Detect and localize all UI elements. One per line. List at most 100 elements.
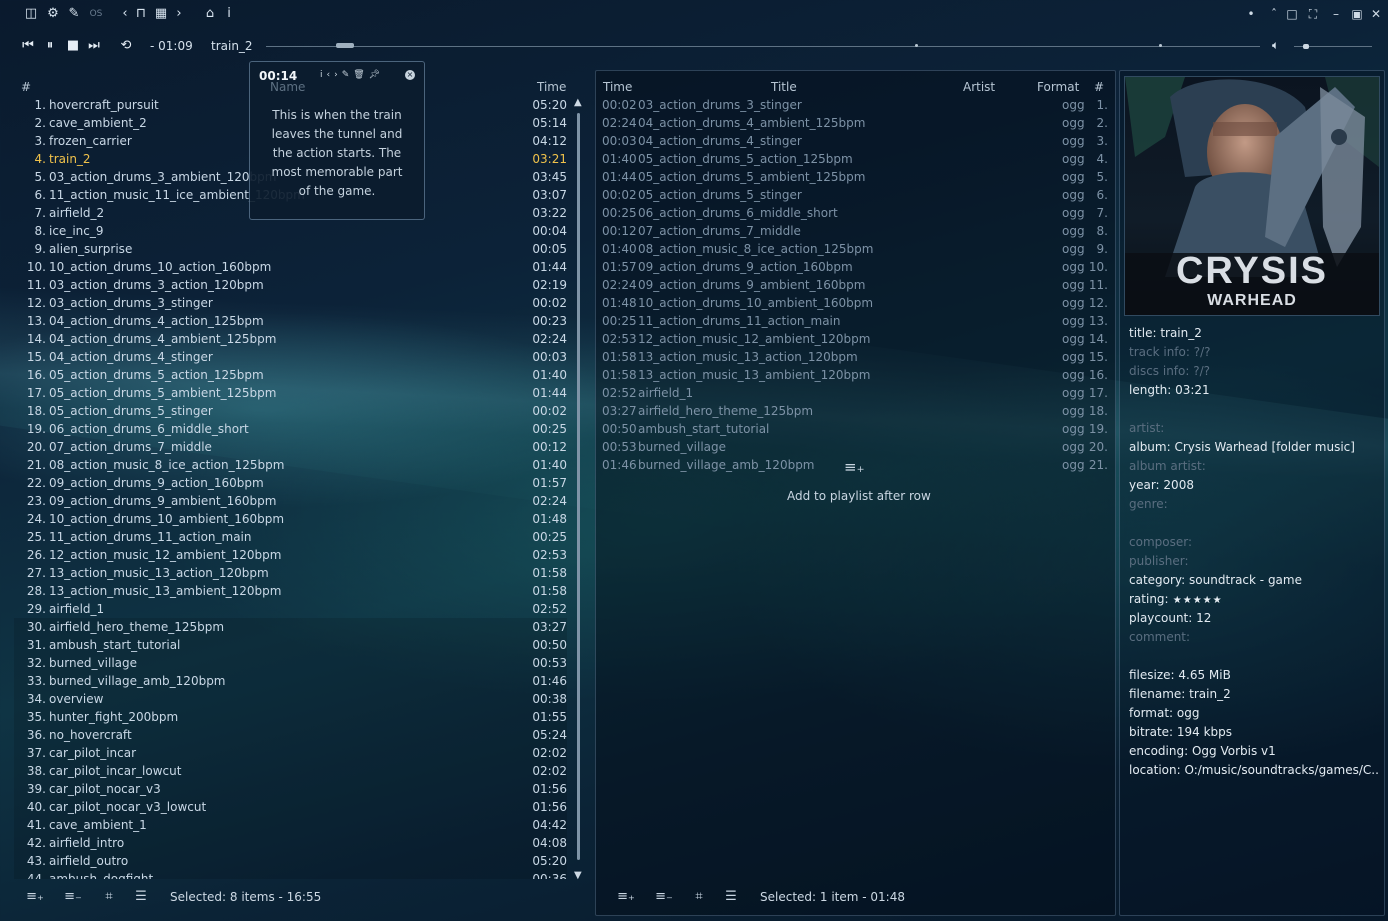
playlist-row[interactable]: 15. 04_action_drums_4_stinger 00:03 xyxy=(14,348,567,366)
selection-row[interactable]: 02:24 09_action_drums_9_ambient_160bpm ogg… xyxy=(602,276,1110,294)
pause-button[interactable]: ⏸ xyxy=(42,38,58,54)
playlist-row[interactable]: 42. airfield_intro 04:08 xyxy=(14,834,567,852)
playlist-row[interactable]: 43. airfield_outro 05:20 xyxy=(14,852,567,870)
selection-row[interactable]: 00:02 05_action_drums_5_stinger ogg 6. xyxy=(602,186,1110,204)
playlist-row[interactable]: 34. overview 00:38 xyxy=(14,690,567,708)
minimize-icon[interactable]: – xyxy=(1328,6,1344,22)
playlist-row[interactable]: 9. alien_surprise 00:05 xyxy=(14,240,567,258)
playlist-row[interactable]: 26. 12_action_music_12_ambient_120bpm 02:5… xyxy=(14,546,567,564)
playlist-row[interactable]: 44. ambush_dogfight 00:36 xyxy=(14,870,567,879)
selection-header-time[interactable]: Time xyxy=(603,80,632,94)
selection-row[interactable]: 00:53 burned_village ogg 20. xyxy=(602,438,1110,456)
playlist-row[interactable]: 40. car_pilot_nocar_v3_lowcut 01:56 xyxy=(14,798,567,816)
playlist-scrollbar[interactable] xyxy=(577,113,580,860)
selection-row[interactable]: 01:44 05_action_drums_5_ambient_125bpm ogg… xyxy=(602,168,1110,186)
add-after-row-icon[interactable]: ≡₊ xyxy=(844,458,865,476)
library-icon[interactable]: ⌂ xyxy=(202,6,218,22)
playlist-row[interactable]: 10. 10_action_drums_10_action_160bpm 01:44 xyxy=(14,258,567,276)
seek-bar[interactable] xyxy=(266,46,1260,47)
next-button[interactable]: ⏭ xyxy=(86,38,102,54)
selection-row[interactable]: 01:40 08_action_music_8_ice_action_125bpm… xyxy=(602,240,1110,258)
playlist-row[interactable]: 36. no_hovercraft 05:24 xyxy=(14,726,567,744)
settings-icon[interactable]: ⚙ xyxy=(45,6,61,22)
playlist-row[interactable]: 11. 03_action_drums_3_action_120bpm 02:19 xyxy=(14,276,567,294)
selection-row[interactable]: 01:40 05_action_drums_5_action_125bpm ogg 4… xyxy=(602,150,1110,168)
playlist-row[interactable]: 19. 06_action_drums_6_middle_short 00:25 xyxy=(14,420,567,438)
seek-thumb[interactable] xyxy=(335,43,354,48)
rating-stars[interactable]: ★★★★★ xyxy=(1169,595,1223,606)
selection-row[interactable]: 01:58 13_action_music_13_action_120bpm ogg… xyxy=(602,348,1110,366)
seek-marker[interactable] xyxy=(1159,44,1162,47)
selection-row[interactable]: 00:12 07_action_drums_7_middle ogg 8. xyxy=(602,222,1110,240)
selection-row[interactable]: 02:24 04_action_drums_4_ambient_125bpm ogg… xyxy=(602,114,1110,132)
menu-icon[interactable]: ☰ xyxy=(722,889,740,904)
playlist-row[interactable]: 35. hunter_fight_200bpm 01:55 xyxy=(14,708,567,726)
playlist-row[interactable]: 33. burned_village_amb_120bpm 01:46 xyxy=(14,672,567,690)
selection-row[interactable]: 00:03 04_action_drums_4_stinger ogg 3. xyxy=(602,132,1110,150)
selection-row[interactable]: 00:25 11_action_drums_11_action_main ogg 13… xyxy=(602,312,1110,330)
repeat-button[interactable]: ⟲ xyxy=(118,38,134,54)
remove-icon[interactable]: ≡₋ xyxy=(64,889,82,904)
add-to-playlist-icon[interactable]: ≡₊ xyxy=(617,889,635,904)
playlist-row[interactable]: 30. airfield_hero_theme_125bpm 03:27 xyxy=(14,618,567,636)
playlist-header-num[interactable]: # xyxy=(21,80,31,94)
selection-row[interactable]: 01:48 10_action_drums_10_ambient_160bpm og… xyxy=(602,294,1110,312)
selection-header-artist[interactable]: Artist xyxy=(963,80,995,94)
playlist-row[interactable]: 8. ice_inc_9 00:04 xyxy=(14,222,567,240)
selection-row[interactable]: 02:52 airfield_1 ogg 17. xyxy=(602,384,1110,402)
chevron-right-icon[interactable]: › xyxy=(171,6,187,22)
selection-header-num[interactable]: # xyxy=(1094,80,1104,94)
chevron-up-icon[interactable]: ˆ xyxy=(1266,6,1282,22)
maximize-icon[interactable]: ▣ xyxy=(1349,6,1365,22)
playlist-row[interactable]: 12. 03_action_drums_3_stinger 00:02 xyxy=(14,294,567,312)
selection-row[interactable]: 03:27 airfield_hero_theme_125bpm ogg 18. xyxy=(602,402,1110,420)
selection-row[interactable]: 00:02 03_action_drums_3_stinger ogg 1. xyxy=(602,96,1110,114)
playlist-row[interactable]: 14. 04_action_drums_4_ambient_125bpm 02:24 xyxy=(14,330,567,348)
playlist-row[interactable]: 25. 11_action_drums_11_action_main 00:25 xyxy=(14,528,567,546)
playlist-row[interactable]: 20. 07_action_drums_7_middle 00:12 xyxy=(14,438,567,456)
remove-icon[interactable]: ≡₋ xyxy=(655,889,673,904)
playlist-row[interactable]: 13. 04_action_drums_4_action_125bpm 00:23 xyxy=(14,312,567,330)
chevron-left-icon[interactable]: ‹ xyxy=(117,6,133,22)
tools-icon[interactable]: ✎ xyxy=(66,6,82,22)
selection-header-format[interactable]: Format xyxy=(1037,80,1079,94)
album-cover[interactable]: CRYSIS WARHEAD xyxy=(1124,76,1380,316)
selection-row[interactable]: 01:57 09_action_drums_9_action_160bpm ogg 1… xyxy=(602,258,1110,276)
grid-icon[interactable]: ▦ xyxy=(153,6,169,22)
seek-marker[interactable] xyxy=(915,44,918,47)
playlist-row[interactable]: 31. ambush_start_tutorial 00:50 xyxy=(14,636,567,654)
playlist-row[interactable]: 27. 13_action_music_13_action_120bpm 01:58 xyxy=(14,564,567,582)
selection-header-title[interactable]: Title xyxy=(771,80,797,94)
playlist-row[interactable]: 38. car_pilot_incar_lowcut 02:02 xyxy=(14,762,567,780)
volume-thumb[interactable] xyxy=(1302,44,1309,49)
stop-button[interactable]: ■ xyxy=(65,38,81,54)
playlist-header-time[interactable]: Time xyxy=(537,80,566,94)
os-label[interactable]: OS xyxy=(88,6,104,22)
playlist-row[interactable]: 29. airfield_1 02:52 xyxy=(14,600,567,618)
playlist-row[interactable]: 16. 05_action_drums_5_action_125bpm 01:40 xyxy=(14,366,567,384)
info-icon[interactable]: i xyxy=(221,6,237,22)
dot-icon[interactable]: • xyxy=(1243,6,1259,22)
unlock-icon[interactable]: ⊓ xyxy=(133,6,149,22)
close-icon[interactable]: ✕ xyxy=(1368,6,1384,22)
playlist-row[interactable]: 17. 05_action_drums_5_ambient_125bpm 01:44 xyxy=(14,384,567,402)
playlist-row[interactable]: 24. 10_action_drums_10_ambient_160bpm 01:4… xyxy=(14,510,567,528)
selection-row[interactable]: 00:50 ambush_start_tutorial ogg 19. xyxy=(602,420,1110,438)
volume-icon[interactable]: 🔈︎ xyxy=(1272,38,1279,53)
close-icon[interactable]: × xyxy=(405,70,415,80)
playlist-row[interactable]: 23. 09_action_drums_9_ambient_160bpm 02:24 xyxy=(14,492,567,510)
playlist-row[interactable]: 32. burned_village 00:53 xyxy=(14,654,567,672)
layout-icon[interactable]: ◫ xyxy=(23,6,39,22)
playlist-row[interactable]: 37. car_pilot_incar 02:02 xyxy=(14,744,567,762)
previous-button[interactable]: ⏮ xyxy=(20,38,36,54)
playlist-row[interactable]: 41. cave_ambient_1 04:42 xyxy=(14,816,567,834)
scroll-up-icon[interactable]: ▲ xyxy=(574,97,582,108)
fullscreen-icon[interactable]: ⛶ xyxy=(1305,6,1321,22)
playlist-row[interactable]: 22. 09_action_drums_9_action_160bpm 01:57 xyxy=(14,474,567,492)
crop-icon[interactable]: ⌗ xyxy=(100,889,118,904)
selection-row[interactable]: 02:53 12_action_music_12_ambient_120bpm og… xyxy=(602,330,1110,348)
playlist-row[interactable]: 21. 08_action_music_8_ice_action_125bpm 01… xyxy=(14,456,567,474)
playlist-row[interactable]: 28. 13_action_music_13_ambient_120bpm 01:5… xyxy=(14,582,567,600)
playlist-row[interactable]: 39. car_pilot_nocar_v3 01:56 xyxy=(14,780,567,798)
square-icon[interactable]: □ xyxy=(1284,6,1300,22)
